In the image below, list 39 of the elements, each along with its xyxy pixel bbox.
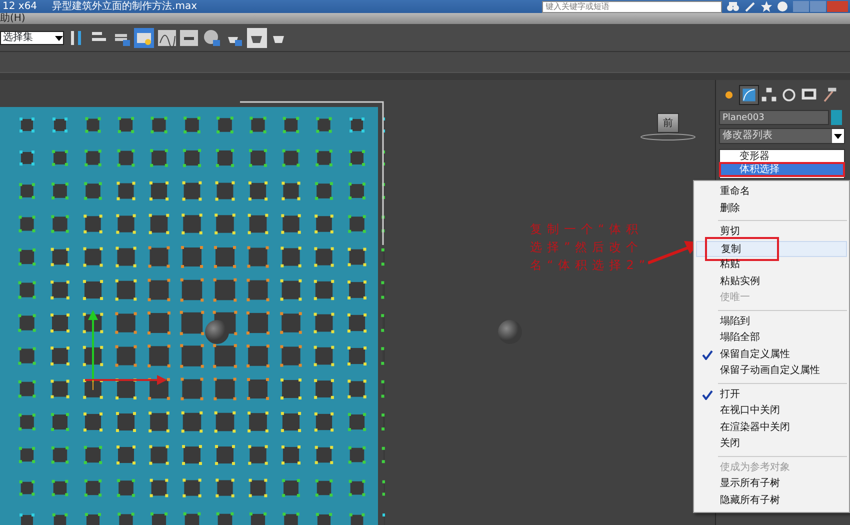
context-menu-item[interactable]: 保留自定义属性: [696, 346, 847, 363]
modifier-list-dropdown[interactable]: 修改器列表: [718, 128, 844, 144]
context-menu-item[interactable]: 重命名: [696, 184, 847, 200]
context-menu-item[interactable]: 显示所有子树: [696, 476, 847, 492]
viewcube-ring-icon: [640, 133, 696, 141]
context-menu-item[interactable]: 关闭: [696, 436, 847, 452]
context-menu-item[interactable]: 打开: [696, 386, 847, 403]
binoculars-icon[interactable]: [726, 1, 738, 12]
sphere-icon: [498, 320, 522, 344]
modifier-stack-item[interactable]: 体积选择: [720, 162, 844, 176]
annotation-text: 复制一个“体积选择”然后改个名“体积选择2”: [530, 221, 652, 274]
selection-set-dropdown[interactable]: 选择集: [0, 30, 64, 44]
context-menu-item[interactable]: 隐藏所有子树: [696, 492, 847, 509]
curve-editor-icon[interactable]: [156, 28, 176, 48]
search-field[interactable]: 键入关键字或短语: [542, 0, 722, 12]
object-color-swatch[interactable]: [831, 110, 842, 125]
schematic-icon[interactable]: [179, 28, 199, 48]
context-menu-item[interactable]: 粘贴: [696, 257, 847, 274]
circle-icon: [780, 86, 798, 104]
context-menu-item[interactable]: 在视口中关闭: [696, 403, 847, 420]
context-menu-item[interactable]: 塌陷全部: [696, 330, 847, 346]
context-menu-item[interactable]: 保留子动画自定义属性: [696, 363, 847, 380]
help-icon[interactable]: [776, 1, 788, 12]
file-name: 异型建筑外立面的制作方法.max: [52, 0, 198, 13]
viewcube[interactable]: 前: [657, 113, 679, 133]
sphere-icon: [205, 320, 229, 344]
object-name-field[interactable]: Plane003: [718, 110, 828, 125]
context-menu-item[interactable]: 塌陷到: [696, 314, 847, 330]
curve-icon: [740, 86, 758, 104]
app-version: 12 x64: [2, 0, 38, 12]
modifier-stack-item[interactable]: 变形器: [720, 150, 844, 162]
modify-tab[interactable]: [738, 85, 758, 105]
context-menu-item[interactable]: 在渲染器中关闭: [696, 420, 847, 436]
context-menu-item[interactable]: 剪切: [696, 224, 847, 240]
star-icon[interactable]: [760, 1, 772, 12]
context-menu-item[interactable]: 粘贴实例: [696, 274, 847, 290]
hierarchy-icon: [760, 86, 778, 104]
context-menu-item[interactable]: 删除: [696, 200, 847, 217]
menu-item[interactable]: 助(H): [0, 13, 26, 24]
